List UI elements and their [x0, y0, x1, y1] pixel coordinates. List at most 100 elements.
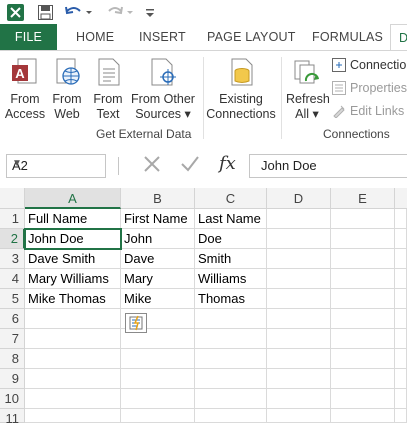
cell-a9[interactable] [25, 369, 121, 389]
properties-button[interactable]: Properties [332, 79, 407, 97]
cell-c4[interactable]: Williams [195, 269, 267, 289]
cell-b10[interactable] [121, 389, 195, 409]
row-header-9[interactable]: 9 [0, 369, 25, 389]
tab-page-layout[interactable]: PAGE LAYOUT [207, 24, 296, 50]
column-header-e[interactable]: E [331, 188, 395, 209]
row-header-3[interactable]: 3 [0, 249, 25, 269]
tab-data[interactable]: D [390, 24, 407, 50]
select-all-corner[interactable] [0, 188, 25, 209]
enter-icon[interactable] [180, 155, 200, 176]
cell-f10[interactable] [395, 389, 407, 409]
cell-a10[interactable] [25, 389, 121, 409]
cell-a6[interactable] [25, 309, 121, 329]
cell-d10[interactable] [267, 389, 331, 409]
cell-a3[interactable]: Dave Smith [25, 249, 121, 269]
cell-e9[interactable] [331, 369, 395, 389]
from-access-button[interactable]: A From Access [4, 57, 46, 122]
cell-c6[interactable] [195, 309, 267, 329]
tab-file[interactable]: FILE [0, 24, 57, 50]
undo-icon[interactable] [64, 3, 94, 21]
existing-connections-button[interactable]: Existing Connections [206, 57, 276, 122]
refresh-all-button[interactable]: Refresh All ▾ [286, 57, 330, 122]
customize-toolbar-icon[interactable] [144, 3, 156, 21]
cell-c5[interactable]: Thomas [195, 289, 267, 309]
worksheet-grid[interactable]: A B C D E 1 2 3 4 5 6 7 8 9 10 11 Full N… [0, 188, 407, 426]
cell-c9[interactable] [195, 369, 267, 389]
column-header-b[interactable]: B [121, 188, 195, 209]
cell-b4[interactable]: Mary [121, 269, 195, 289]
row-header-1[interactable]: 1 [0, 209, 25, 229]
cell-f1[interactable] [395, 209, 407, 229]
column-header-c[interactable]: C [195, 188, 267, 209]
formula-input[interactable]: John Doe [249, 154, 407, 178]
name-box-dropdown-icon[interactable]: ▼ [12, 158, 101, 169]
save-icon[interactable] [36, 3, 54, 21]
redo-icon[interactable] [105, 3, 135, 21]
cell-e5[interactable] [331, 289, 395, 309]
connections-button[interactable]: Connections [332, 56, 407, 74]
row-header-7[interactable]: 7 [0, 329, 25, 349]
tab-insert[interactable]: INSERT [139, 24, 186, 50]
cell-d7[interactable] [267, 329, 331, 349]
cell-b9[interactable] [121, 369, 195, 389]
cell-c7[interactable] [195, 329, 267, 349]
row-header-10[interactable]: 10 [0, 389, 25, 409]
cell-c1[interactable]: Last Name [195, 209, 267, 229]
cell-d1[interactable] [267, 209, 331, 229]
tab-home[interactable]: HOME [76, 24, 114, 50]
cell-f9[interactable] [395, 369, 407, 389]
cell-e2[interactable] [331, 229, 395, 249]
cell-b1[interactable]: First Name [121, 209, 195, 229]
column-header-d[interactable]: D [267, 188, 331, 209]
cell-d2[interactable] [267, 229, 331, 249]
cell-d4[interactable] [267, 269, 331, 289]
cell-a1[interactable]: Full Name [25, 209, 121, 229]
from-other-sources-button[interactable]: From Other Sources ▾ [130, 57, 196, 122]
cell-b3[interactable]: Dave [121, 249, 195, 269]
cell-b5[interactable]: Mike [121, 289, 195, 309]
column-header-a[interactable]: A [25, 188, 121, 209]
from-web-button[interactable]: From Web [50, 57, 84, 122]
row-header-11[interactable]: 11 [0, 409, 25, 426]
column-header-f[interactable] [395, 188, 407, 209]
cell-a7[interactable] [25, 329, 121, 349]
cell-f6[interactable] [395, 309, 407, 329]
cell-e3[interactable] [331, 249, 395, 269]
cell-d3[interactable] [267, 249, 331, 269]
row-header-2[interactable]: 2 [0, 229, 25, 249]
cell-f2[interactable] [395, 229, 407, 249]
cell-a11[interactable] [25, 409, 121, 423]
insert-function-icon[interactable]: fx [219, 153, 236, 174]
cell-c2[interactable]: Doe [195, 229, 267, 249]
cell-e4[interactable] [331, 269, 395, 289]
row-header-4[interactable]: 4 [0, 269, 25, 289]
cell-d8[interactable] [267, 349, 331, 369]
cell-f4[interactable] [395, 269, 407, 289]
row-header-6[interactable]: 6 [0, 309, 25, 329]
cell-e10[interactable] [331, 389, 395, 409]
cell-c8[interactable] [195, 349, 267, 369]
cell-d9[interactable] [267, 369, 331, 389]
cell-e6[interactable] [331, 309, 395, 329]
cell-b2[interactable]: John [121, 229, 195, 249]
from-text-button[interactable]: From Text [91, 57, 125, 122]
row-header-8[interactable]: 8 [0, 349, 25, 369]
cell-d6[interactable] [267, 309, 331, 329]
cell-e7[interactable] [331, 329, 395, 349]
flash-fill-options-button[interactable] [125, 313, 147, 333]
cell-f3[interactable] [395, 249, 407, 269]
cell-c10[interactable] [195, 389, 267, 409]
cell-e8[interactable] [331, 349, 395, 369]
cell-f11[interactable] [395, 409, 407, 423]
cell-f8[interactable] [395, 349, 407, 369]
cell-f7[interactable] [395, 329, 407, 349]
cell-a2[interactable]: John Doe [25, 229, 121, 249]
cell-f5[interactable] [395, 289, 407, 309]
cell-a5[interactable]: Mike Thomas [25, 289, 121, 309]
cell-d5[interactable] [267, 289, 331, 309]
cell-b8[interactable] [121, 349, 195, 369]
tab-formulas[interactable]: FORMULAS [312, 24, 383, 50]
cell-e11[interactable] [331, 409, 395, 423]
cancel-icon[interactable] [143, 155, 161, 176]
cell-d11[interactable] [267, 409, 331, 423]
